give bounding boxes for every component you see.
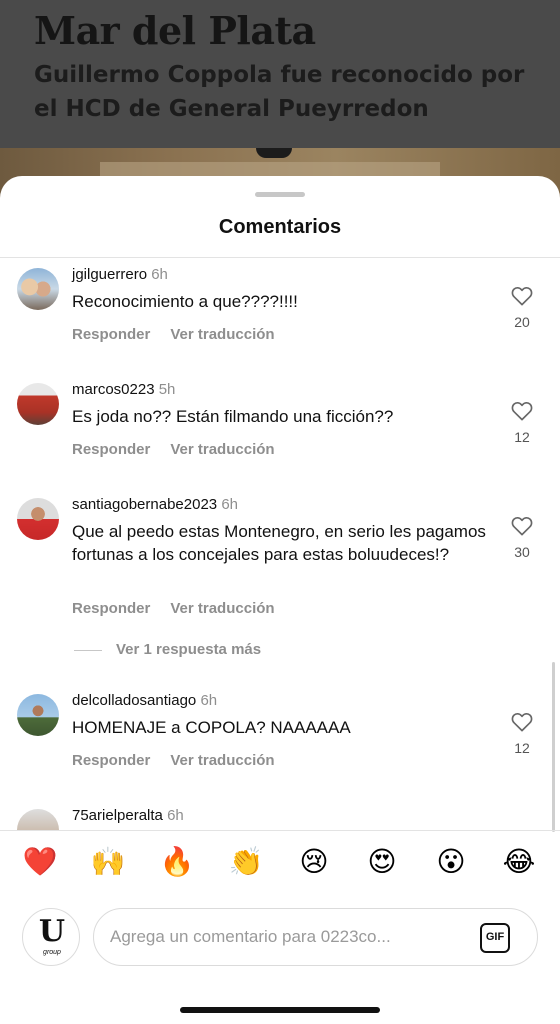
user-avatar[interactable]: U group bbox=[22, 908, 80, 966]
comment-list[interactable]: jgilguerrero 6h Reconocimiento a que????… bbox=[0, 258, 560, 830]
heart-eyes-icon[interactable]: 😍 bbox=[364, 844, 400, 880]
translate-button[interactable]: Ver traducción bbox=[170, 441, 274, 458]
reply-button[interactable]: Responder bbox=[72, 600, 150, 617]
username-text[interactable]: delcolladosantiago bbox=[72, 692, 196, 709]
translate-button[interactable]: Ver traducción bbox=[170, 326, 274, 343]
avatar[interactable] bbox=[17, 809, 59, 830]
heart-outline-icon[interactable] bbox=[511, 286, 533, 306]
comment-input[interactable] bbox=[110, 909, 470, 965]
home-indicator bbox=[180, 1007, 380, 1013]
username-text[interactable]: jgilguerrero bbox=[72, 266, 147, 283]
comment-time: 6h bbox=[167, 807, 184, 824]
more-replies-label[interactable]: Ver 1 respuesta más bbox=[116, 641, 261, 658]
reply-button[interactable]: Responder bbox=[72, 441, 150, 458]
tears-of-joy-icon[interactable]: 😂 bbox=[501, 844, 537, 880]
avatar[interactable] bbox=[17, 383, 59, 425]
comment-username[interactable]: jgilguerrero 6h bbox=[72, 266, 168, 283]
reply-line bbox=[74, 649, 102, 651]
comment-input-wrapper: GIF bbox=[93, 908, 538, 966]
avatar-logo-caption: group bbox=[43, 949, 61, 956]
reply-button[interactable]: Responder bbox=[72, 326, 150, 343]
comment-text: Es joda no?? Están filmando una ficción?… bbox=[72, 407, 394, 426]
like-count: 12 bbox=[514, 429, 530, 445]
drag-handle[interactable] bbox=[255, 192, 305, 197]
comment-composer: U group GIF bbox=[0, 906, 560, 970]
avatar[interactable] bbox=[17, 268, 59, 310]
scrollbar[interactable] bbox=[552, 662, 555, 832]
like-button[interactable]: 30 bbox=[509, 516, 535, 560]
view-more-replies[interactable]: Ver 1 respuesta más bbox=[74, 641, 261, 658]
raising-hands-icon[interactable]: 🙌 bbox=[90, 844, 126, 880]
post-headline: Mar del Plata bbox=[34, 8, 316, 53]
like-count: 20 bbox=[514, 314, 530, 330]
comment-actions: Responder Ver traducción bbox=[72, 326, 295, 343]
username-text[interactable]: marcos0223 bbox=[72, 381, 155, 398]
comment-time: 6h bbox=[221, 496, 238, 513]
photo-lamp bbox=[256, 148, 292, 158]
heart-outline-icon[interactable] bbox=[511, 516, 533, 536]
comment-text: Reconocimiento a que????!!!! bbox=[72, 292, 298, 311]
like-button[interactable]: 12 bbox=[509, 401, 535, 445]
divider bbox=[0, 830, 560, 831]
translate-button[interactable]: Ver traducción bbox=[170, 600, 274, 617]
comment-time: 6h bbox=[151, 266, 168, 283]
clapping-hands-icon[interactable]: 👏 bbox=[228, 844, 264, 880]
comment-username[interactable]: 75arielperalta 6h bbox=[72, 807, 184, 824]
avatar-logo-letter: U bbox=[38, 914, 66, 949]
like-button[interactable]: 20 bbox=[509, 286, 535, 330]
username-text[interactable]: 75arielperalta bbox=[72, 807, 163, 824]
username-text[interactable]: santiagobernabe2023 bbox=[72, 496, 217, 513]
like-count: 12 bbox=[514, 740, 530, 756]
comments-sheet: Comentarios jgilguerrero 6h Reconocimien… bbox=[0, 176, 560, 1024]
comment-username[interactable]: marcos0223 5h bbox=[72, 381, 175, 398]
avatar[interactable] bbox=[17, 498, 59, 540]
comment-text: HOMENAJE a COPOLA? NAAAAAA bbox=[72, 718, 351, 737]
comment-time: 6h bbox=[200, 692, 218, 709]
post-subheadline: Guillermo Coppola fue reconocido por el … bbox=[34, 62, 525, 122]
fire-icon[interactable]: 🔥 bbox=[159, 844, 195, 880]
emoji-bar: ❤️ 🙌 🔥 👏 😢 😍 😮 😂 bbox=[0, 844, 560, 884]
sheet-title: Comentarios bbox=[218, 216, 342, 238]
like-count: 30 bbox=[514, 544, 530, 560]
like-button[interactable]: 12 bbox=[509, 712, 535, 756]
comment-actions: Responder Ver traducción bbox=[72, 600, 295, 617]
comment-actions: Responder Ver traducción bbox=[72, 752, 295, 769]
comment-username[interactable]: delcolladosantiago 6h bbox=[72, 692, 217, 709]
comment-actions: Responder Ver traducción bbox=[72, 441, 295, 458]
avatar[interactable] bbox=[17, 694, 59, 736]
translate-button[interactable]: Ver traducción bbox=[170, 752, 274, 769]
red-heart-icon[interactable]: ❤️ bbox=[22, 844, 58, 880]
comment-username[interactable]: santiagobernabe2023 6h bbox=[72, 496, 238, 513]
gif-button[interactable]: GIF bbox=[480, 923, 510, 953]
comment-text: Que al peedo estas Montenegro, en serio … bbox=[72, 522, 486, 564]
crying-face-icon[interactable]: 😢 bbox=[296, 844, 332, 880]
reply-button[interactable]: Responder bbox=[72, 752, 150, 769]
heart-outline-icon[interactable] bbox=[511, 401, 533, 421]
comment-time: 5h bbox=[158, 381, 176, 398]
surprised-face-icon[interactable]: 😮 bbox=[433, 844, 469, 880]
heart-outline-icon[interactable] bbox=[511, 712, 533, 732]
